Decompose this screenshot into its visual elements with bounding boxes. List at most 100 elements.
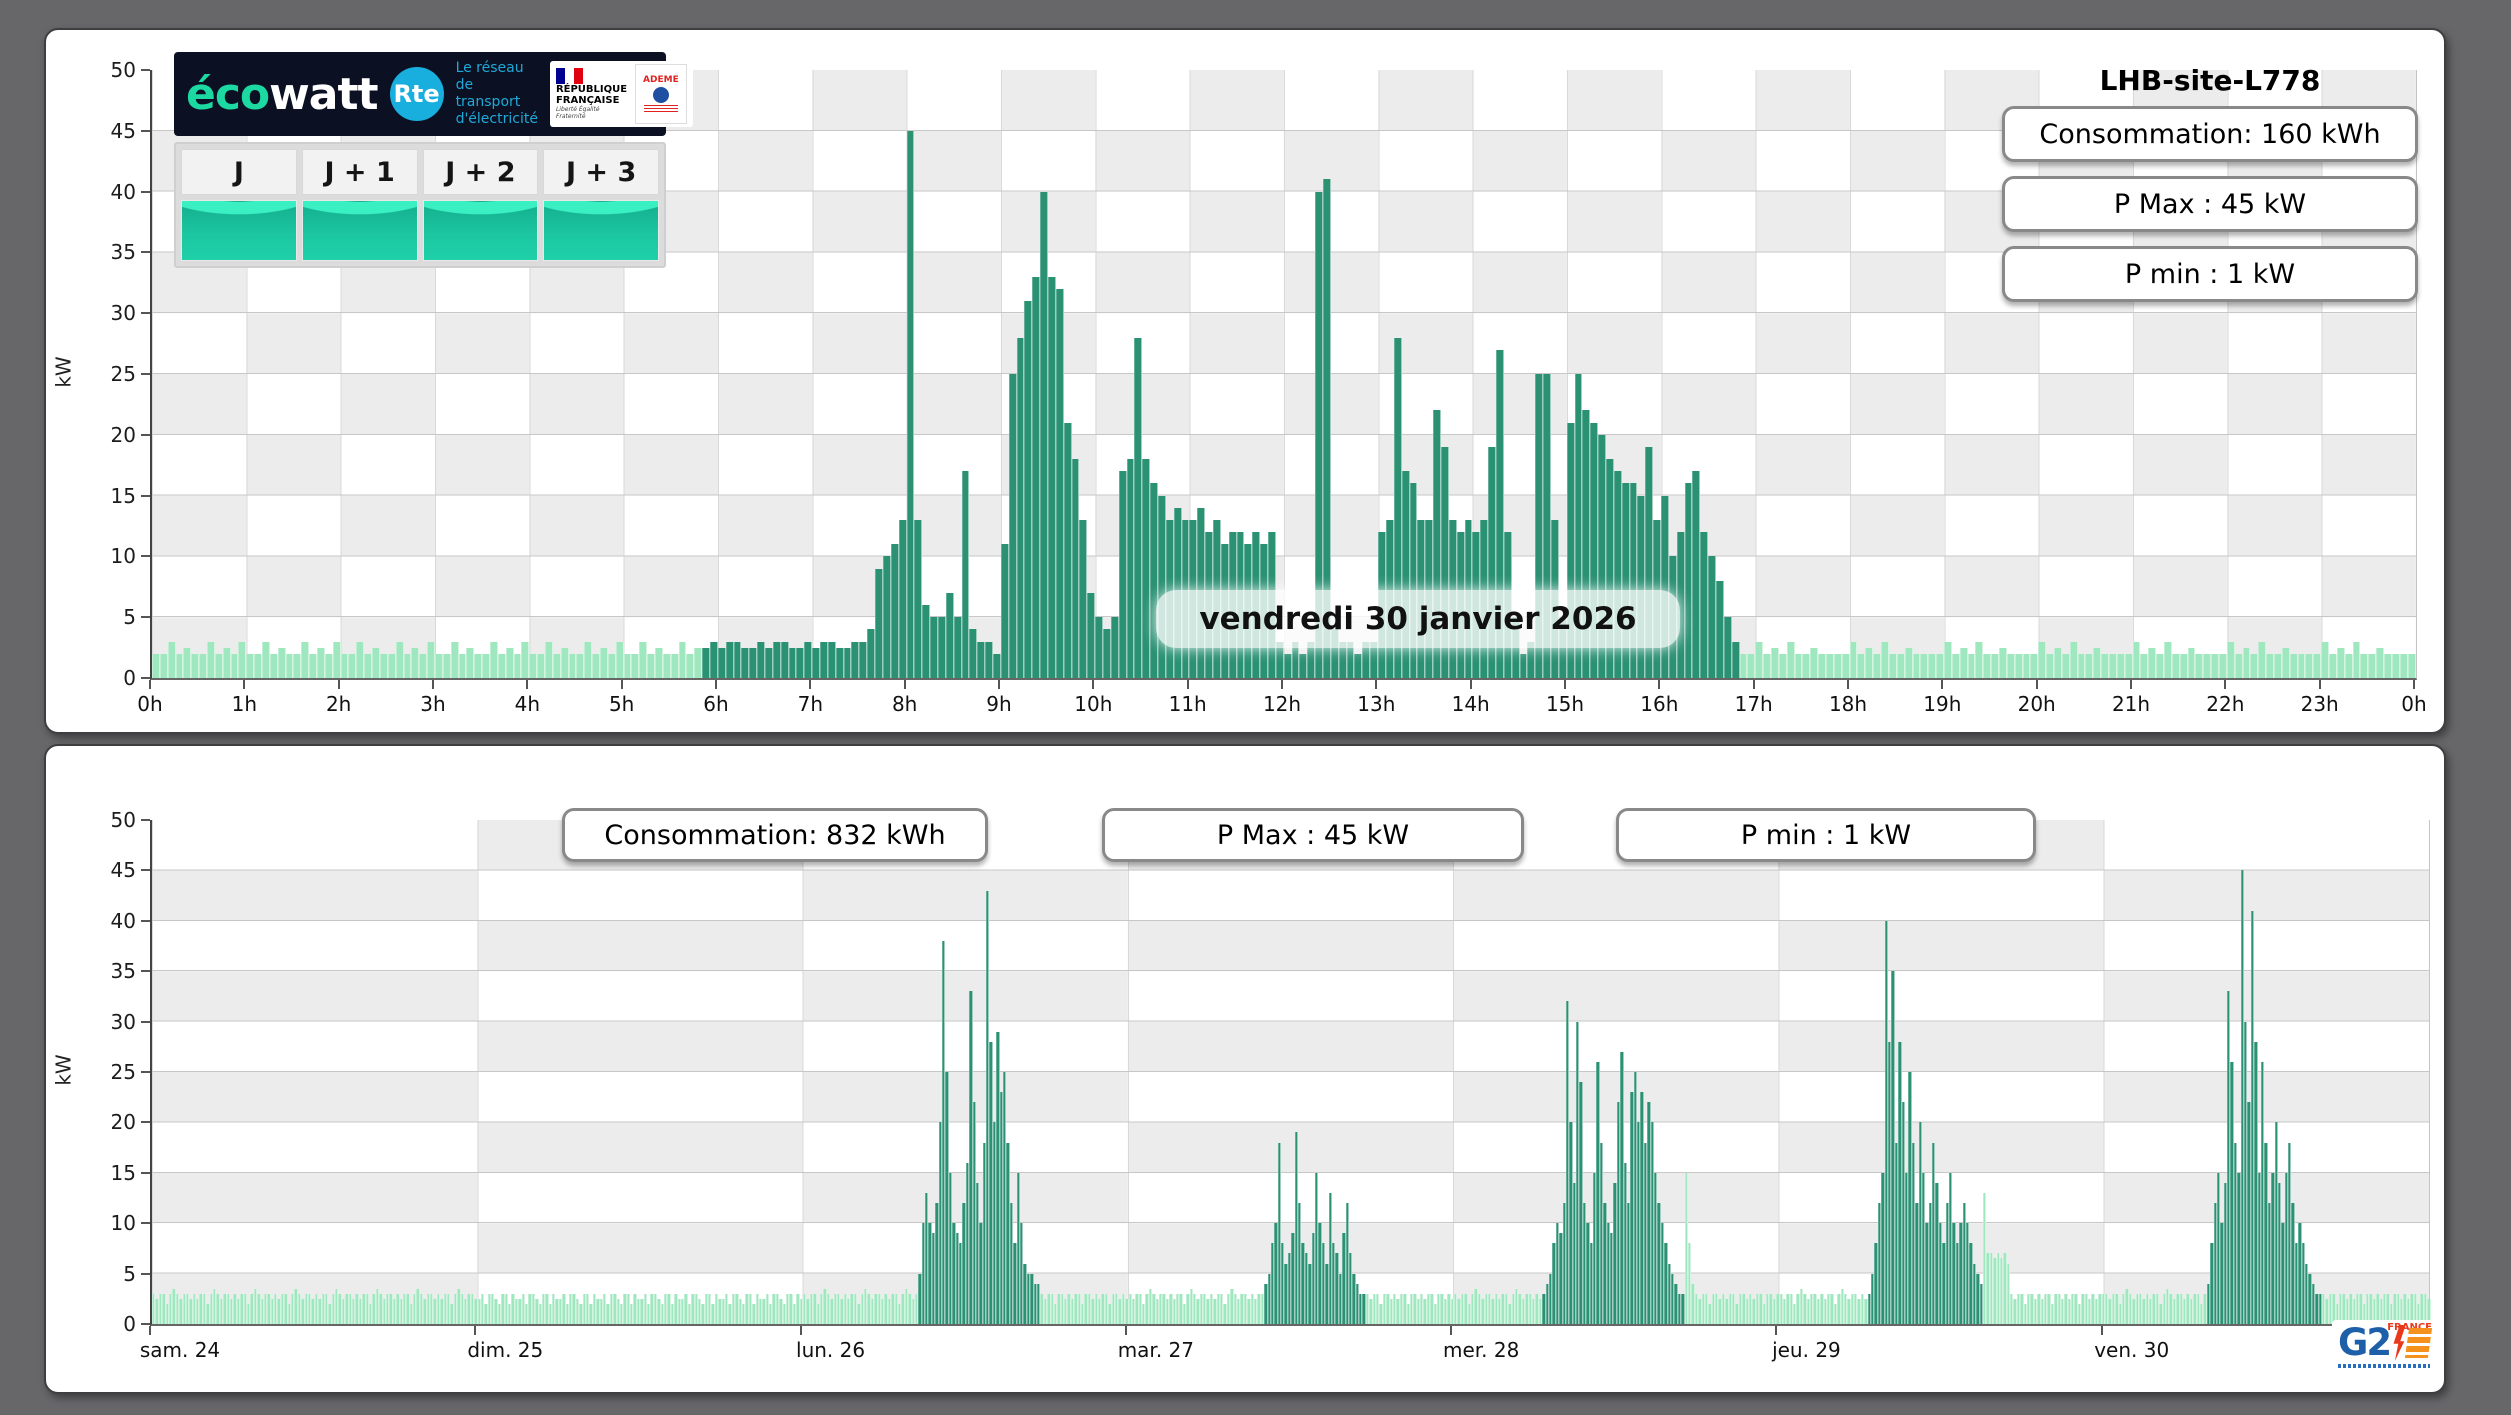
daily-y-axis-title: kW xyxy=(51,356,76,388)
x-tick-mark xyxy=(337,680,340,689)
bar xyxy=(356,641,365,678)
bar xyxy=(505,647,514,678)
bar xyxy=(772,641,781,678)
bar xyxy=(230,653,239,678)
bar xyxy=(2046,653,2054,678)
x-tick-mark xyxy=(2318,680,2321,689)
y-tick-mark xyxy=(141,251,150,254)
bar xyxy=(1283,653,1292,678)
x-tick-label: 18h xyxy=(1828,692,1868,716)
bar xyxy=(945,592,954,678)
y-tick-mark xyxy=(141,69,150,71)
day-button-j2[interactable]: J + 2 xyxy=(422,149,539,195)
bar xyxy=(379,653,388,678)
ecowatt-banner: écowatt Rte Le réseau de transport d'éle… xyxy=(174,52,694,136)
french-flag-icon xyxy=(555,68,583,84)
bar xyxy=(2281,647,2290,678)
bar xyxy=(1991,653,1999,678)
x-tick-mark xyxy=(2413,680,2415,689)
bar xyxy=(309,653,318,678)
bar xyxy=(788,647,797,678)
x-tick-label: 8h xyxy=(891,692,918,716)
bar xyxy=(2352,641,2361,678)
bar xyxy=(450,641,459,678)
y-tick-label: 25 xyxy=(110,362,136,386)
rte-tagline: Le réseau de transport d'électricité xyxy=(455,60,538,127)
ecowatt-gauge-j2[interactable] xyxy=(422,200,539,261)
bar xyxy=(1998,647,2007,678)
weekly-x-axis: sam. 24 dim. 25 lun. 26 mar. 27 mer. 28 jeu. … xyxy=(140,1326,2428,1372)
x-tick-label: 15h xyxy=(1545,692,1585,716)
bar xyxy=(985,641,993,678)
y-tick-label: 15 xyxy=(110,483,136,508)
x-tick-mark xyxy=(2035,680,2038,689)
bar xyxy=(804,641,813,678)
bar xyxy=(1857,653,1866,678)
bar xyxy=(992,653,1001,678)
bar xyxy=(615,641,624,678)
bar xyxy=(1904,647,1913,678)
bar xyxy=(1079,519,1088,678)
bar xyxy=(403,653,412,678)
bar xyxy=(1763,653,1772,678)
x-tick-label: dim. 25 xyxy=(467,1338,544,1362)
x-tick-mark xyxy=(1564,680,1566,689)
day-button-j3[interactable]: J + 3 xyxy=(543,149,659,195)
bar xyxy=(1943,641,1952,678)
bar xyxy=(757,641,766,678)
y-tick-mark xyxy=(141,433,150,436)
bar xyxy=(1087,592,1096,678)
bar xyxy=(655,647,663,678)
bar xyxy=(489,641,498,678)
bar xyxy=(827,641,836,678)
bar xyxy=(1873,653,1882,678)
bar xyxy=(639,641,648,678)
bar xyxy=(1354,653,1363,678)
weekly-panel: 0 5 10 15 20 25 30 35 40 45 50 kW sam. 24 dim. 25 lu… xyxy=(44,744,2446,1394)
x-tick-mark xyxy=(149,680,151,689)
bar xyxy=(411,647,420,678)
bar xyxy=(2140,653,2149,678)
bar xyxy=(2108,653,2117,678)
x-tick-label: 10h xyxy=(1074,692,1113,716)
ecowatt-gauge-j1[interactable] xyxy=(301,200,418,261)
bar xyxy=(2329,653,2337,678)
y-tick-label: 40 xyxy=(110,908,136,933)
bar xyxy=(2289,653,2298,678)
bar xyxy=(1865,647,1874,678)
bar xyxy=(442,653,451,678)
day-button-j1[interactable]: J + 1 xyxy=(301,149,418,195)
bar xyxy=(2407,653,2416,678)
bar xyxy=(1684,483,1693,678)
bar xyxy=(1747,653,1756,678)
bar xyxy=(2274,653,2282,678)
bar xyxy=(1959,647,1968,678)
ecowatt-gauge-j[interactable] xyxy=(181,200,297,261)
x-tick-label: lun. 26 xyxy=(796,1338,866,1362)
x-tick-mark xyxy=(1469,680,1472,689)
x-tick-label: 11h xyxy=(1168,692,1207,716)
bar xyxy=(2053,647,2062,678)
ecowatt-gauge-j3[interactable] xyxy=(543,200,659,261)
y-tick-mark xyxy=(141,1171,150,1174)
bar xyxy=(427,641,435,678)
x-tick-label: 19h xyxy=(1923,692,1962,716)
bar xyxy=(1102,629,1111,678)
day-button-j[interactable]: J xyxy=(181,149,297,195)
y-tick-label: 10 xyxy=(110,1211,136,1236)
bar xyxy=(568,653,577,678)
bar xyxy=(780,641,789,678)
ecowatt-logo-watt: watt xyxy=(269,68,378,120)
x-tick-mark xyxy=(620,680,623,689)
y-tick-mark xyxy=(141,190,150,193)
bar xyxy=(969,629,978,678)
bar xyxy=(285,653,294,678)
x-tick-mark xyxy=(1941,680,1944,689)
x-tick-mark xyxy=(1752,680,1755,689)
y-tick-mark xyxy=(141,919,150,922)
bar xyxy=(1095,617,1103,678)
bar xyxy=(820,641,828,678)
bar xyxy=(2132,641,2141,678)
x-tick-mark xyxy=(799,1326,802,1335)
bar xyxy=(1299,653,1308,678)
